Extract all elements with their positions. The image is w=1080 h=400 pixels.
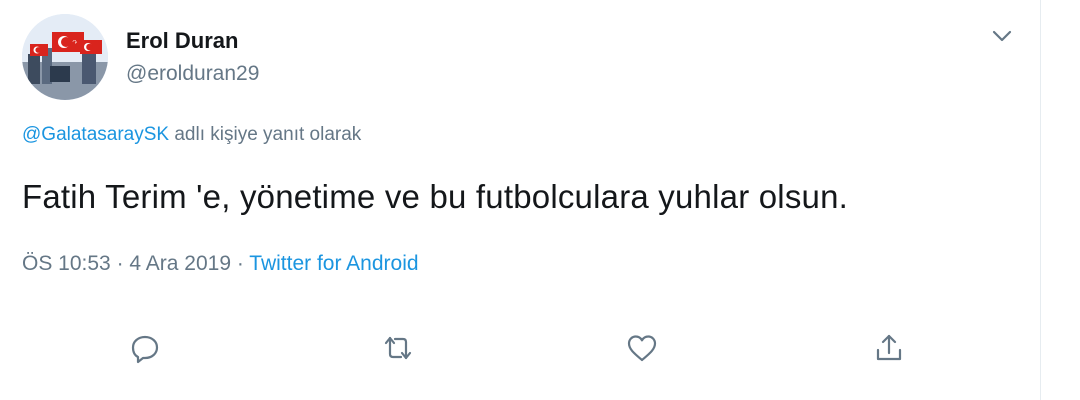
tweet-meta: ÖS 10:53 · 4 Ara 2019 · Twitter for Andr…	[22, 252, 419, 276]
reply-context-label: adlı kişiye yanıt olarak	[169, 124, 362, 145]
tweet-time[interactable]: ÖS 10:53	[22, 252, 111, 275]
retweet-button[interactable]	[382, 332, 418, 368]
tweet-date[interactable]: 4 Ara 2019	[129, 252, 231, 275]
reply-icon	[131, 335, 159, 364]
action-bar	[0, 332, 1040, 372]
reply-button[interactable]	[129, 332, 165, 368]
avatar-image	[22, 14, 108, 100]
heart-icon	[627, 335, 657, 362]
meta-separator: ·	[110, 252, 130, 275]
share-icon	[876, 334, 902, 361]
like-button[interactable]	[626, 332, 662, 368]
chevron-down-icon[interactable]	[990, 26, 1014, 46]
meta-separator-2: ·	[231, 252, 250, 275]
reply-context: @GalatasaraySK adlı kişiye yanıt olarak	[22, 124, 361, 146]
share-button[interactable]	[873, 332, 909, 368]
tweet-source[interactable]: Twitter for Android	[249, 252, 418, 275]
avatar[interactable]	[22, 14, 108, 100]
tweet-text: Fatih Terim 'e, yönetime ve bu futbolcul…	[22, 178, 849, 215]
author-name[interactable]: Erol Duran	[126, 28, 238, 54]
reply-to-link[interactable]: @GalatasaraySK	[22, 124, 169, 145]
retweet-icon	[384, 336, 412, 360]
tweet-card: Erol Duran @erolduran29 @GalatasaraySK a…	[0, 0, 1041, 400]
author-handle[interactable]: @erolduran29	[126, 62, 259, 86]
